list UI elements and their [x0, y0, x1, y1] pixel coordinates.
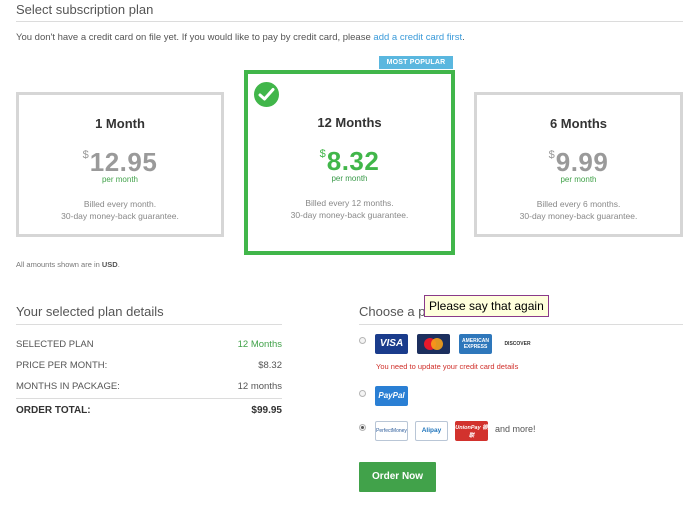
payment-title: Choose a p [359, 304, 426, 319]
and-more-label: and more! [495, 424, 536, 434]
notice-end: . [462, 32, 465, 43]
billing-info: Billed every 6 months. 30-day money-back… [477, 198, 680, 222]
most-popular-badge: MOST POPULAR [379, 56, 453, 69]
tooltip: Please say that again [424, 295, 549, 317]
billing-cycle: Billed every 12 months. [305, 198, 394, 208]
price-amount: 9.99 [555, 147, 609, 177]
amex-icon: AMERICAN EXPRESS [459, 334, 492, 354]
currency-note-text: All amounts shown are in [16, 260, 100, 269]
detail-value: 12 months [237, 381, 282, 392]
header-divider [16, 21, 683, 22]
add-credit-card-link[interactable]: add a credit card first [373, 32, 462, 43]
plan-details-title: Your selected plan details [16, 304, 164, 319]
payment-divider [359, 324, 683, 325]
detail-label: SELECTED PLAN [16, 339, 94, 350]
payment-radio-alternative[interactable] [359, 424, 366, 431]
detail-value: $8.32 [258, 360, 282, 371]
price-amount: 12.95 [89, 147, 158, 177]
order-total-value: $99.95 [251, 405, 282, 416]
billing-cycle: Billed every 6 months. [536, 199, 621, 209]
payment-radio-credit-card[interactable] [359, 337, 366, 344]
plan-name: 6 Months [549, 116, 608, 131]
page-title: Select subscription plan [16, 2, 154, 17]
detail-label: MONTHS IN PACKAGE: [16, 381, 120, 392]
billing-cycle: Billed every month. [83, 199, 157, 209]
billing-info: Billed every 12 months. 30-day money-bac… [248, 197, 451, 221]
mastercard-icon [417, 334, 450, 354]
paypal-icon: PayPal [375, 386, 408, 406]
unionpay-icon: UnionPay 银联 [455, 421, 488, 441]
alipay-icon: Alipay [415, 421, 448, 441]
currency-symbol: $ [319, 148, 326, 160]
payment-radio-paypal[interactable] [359, 390, 366, 397]
total-divider [16, 398, 282, 399]
currency-code: USD [101, 260, 118, 269]
detail-label: PRICE PER MONTH: [16, 360, 108, 371]
billing-info: Billed every month. 30-day money-back gu… [19, 198, 221, 222]
price-amount: 8.32 [326, 146, 380, 176]
credit-card-notice: You don't have a credit card on file yet… [16, 32, 465, 43]
plan-price: $12.95 [19, 147, 221, 177]
currency-symbol: $ [82, 149, 89, 161]
order-now-button[interactable]: Order Now [359, 462, 436, 492]
currency-note-end: . [117, 260, 120, 269]
checkmark-icon [252, 80, 281, 109]
visa-icon: VISA [375, 334, 408, 354]
plan-card-1-month[interactable]: 1 Month $12.95 per month Billed every mo… [16, 92, 224, 237]
plan-card-6-months[interactable]: 6 Months $9.99 per month Billed every 6 … [474, 92, 683, 237]
plan-price: $9.99 [477, 147, 680, 177]
notice-text: You don't have a credit card on file yet… [16, 32, 371, 43]
money-back-guarantee: 30-day money-back guarantee. [290, 210, 409, 220]
currency-note: All amounts shown are in USD. [16, 260, 120, 269]
perfectmoney-icon: PerfectMoney [375, 421, 408, 441]
plan-price: $8.32 [248, 146, 451, 176]
currency-symbol: $ [548, 149, 555, 161]
plan-name: 1 Month [95, 116, 145, 131]
order-total-label: ORDER TOTAL: [16, 405, 91, 416]
plan-name: 12 Months [317, 115, 382, 130]
money-back-guarantee: 30-day money-back guarantee. [61, 211, 179, 221]
card-warning: You need to update your credit card deta… [376, 362, 519, 371]
discover-icon: DISCOVER [501, 334, 534, 354]
detail-value: 12 Months [237, 339, 282, 350]
money-back-guarantee: 30-day money-back guarantee. [519, 211, 638, 221]
details-divider [16, 324, 282, 325]
